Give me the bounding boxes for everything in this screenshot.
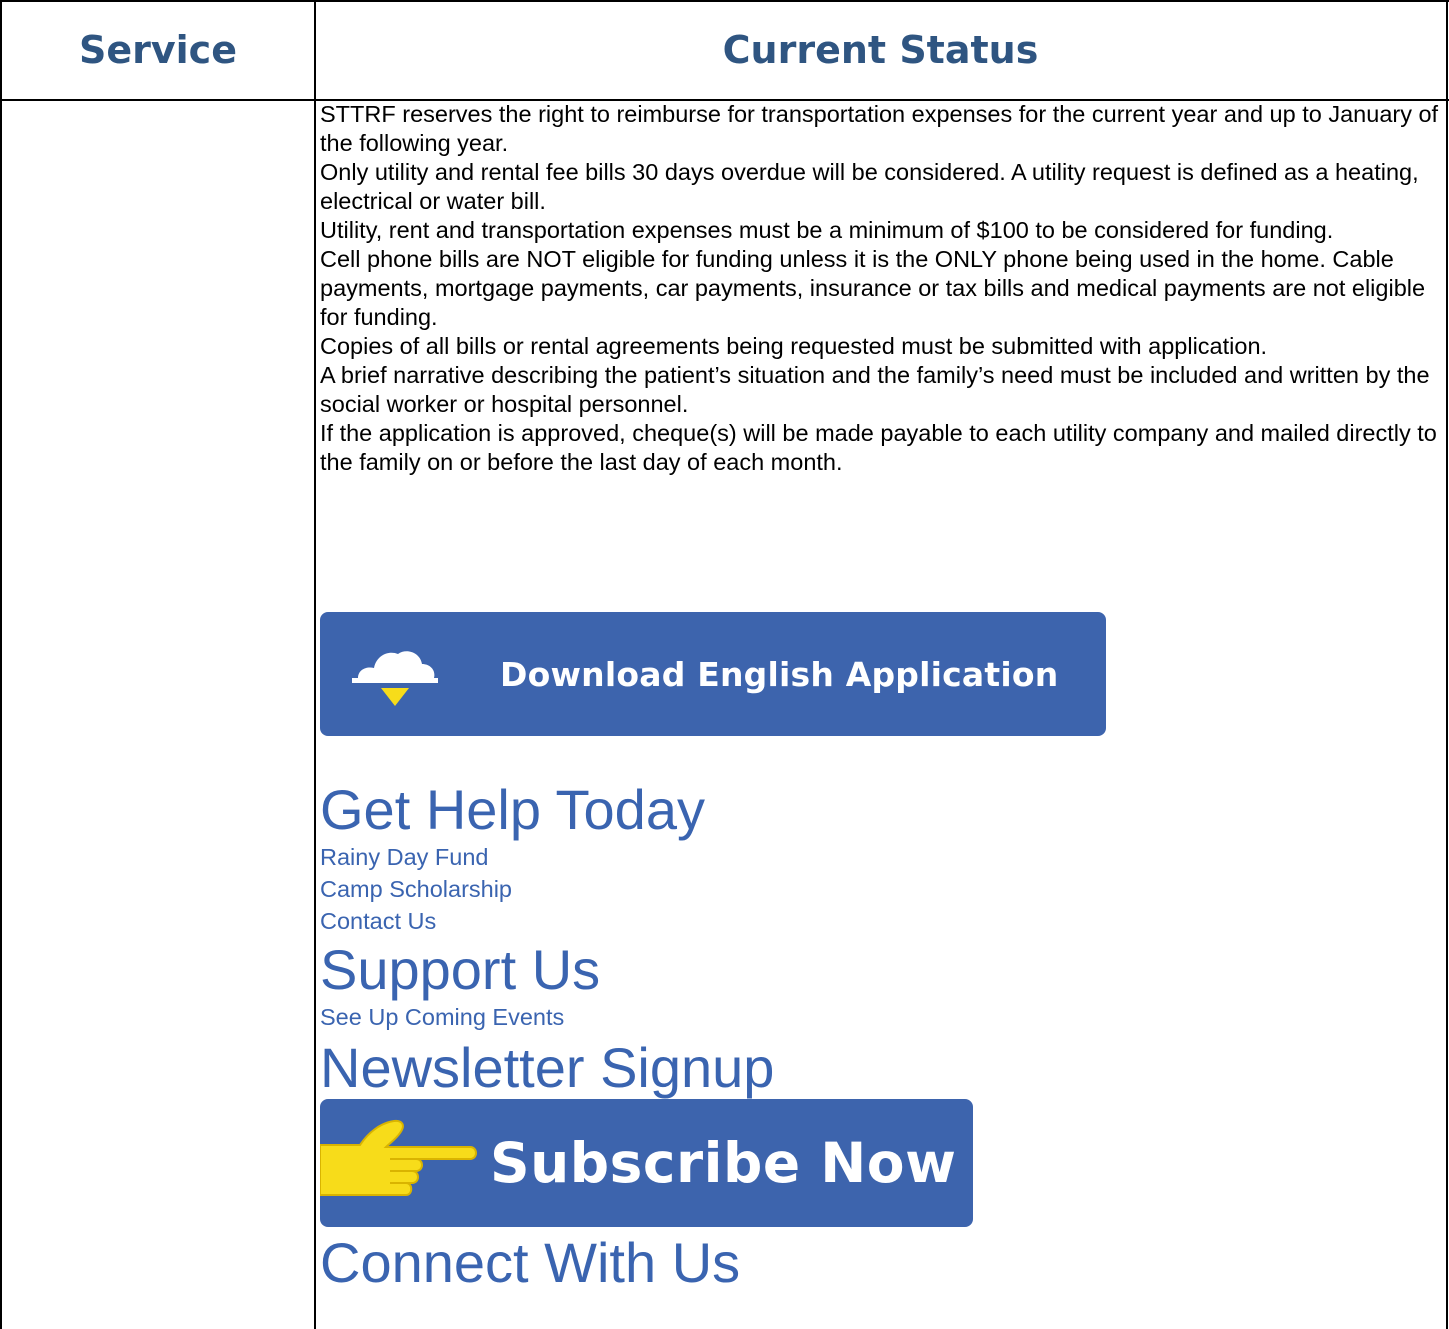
cloud-download-icon [350, 634, 440, 714]
policy-paragraph: Copies of all bills or rental agreements… [320, 333, 1268, 359]
subscribe-button-label: Subscribe Now [490, 1131, 957, 1195]
policy-paragraph: Only utility and rental fee bills 30 day… [320, 159, 1419, 214]
camp-scholarship-link[interactable]: Camp Scholarship [320, 873, 512, 905]
status-cell-body: STTRF reserves the right to reimburse fo… [320, 100, 1440, 477]
policy-paragraph: Cell phone bills are NOT eligible for fu… [320, 246, 1426, 330]
get-help-heading: Get Help Today [320, 778, 705, 841]
newsletter-signup-heading: Newsletter Signup [320, 1036, 775, 1099]
table-right-border [1446, 0, 1448, 1329]
download-english-application-button[interactable]: Download English Application [320, 612, 1106, 736]
contact-us-link[interactable]: Contact Us [320, 905, 436, 937]
upcoming-events-link[interactable]: See Up Coming Events [320, 1001, 564, 1033]
service-column-header: Service [79, 28, 237, 72]
column-divider [314, 0, 316, 1329]
subscribe-now-button[interactable]: Subscribe Now [319, 1099, 973, 1227]
policy-paragraph: STTRF reserves the right to reimburse fo… [320, 101, 1439, 156]
policy-paragraph: A brief narrative describing the patient… [320, 362, 1430, 417]
pointing-hand-icon [319, 1115, 480, 1211]
policy-paragraph: Utility, rent and transportation expense… [320, 217, 1334, 243]
status-column-header: Current Status [722, 28, 1039, 72]
support-us-heading: Support Us [320, 938, 601, 1001]
table-left-border [0, 0, 2, 1329]
download-button-label: Download English Application [500, 654, 1059, 694]
rainy-day-fund-link[interactable]: Rainy Day Fund [320, 841, 489, 873]
connect-with-us-heading: Connect With Us [320, 1231, 741, 1294]
policy-paragraph: If the application is approved, cheque(s… [320, 420, 1437, 475]
